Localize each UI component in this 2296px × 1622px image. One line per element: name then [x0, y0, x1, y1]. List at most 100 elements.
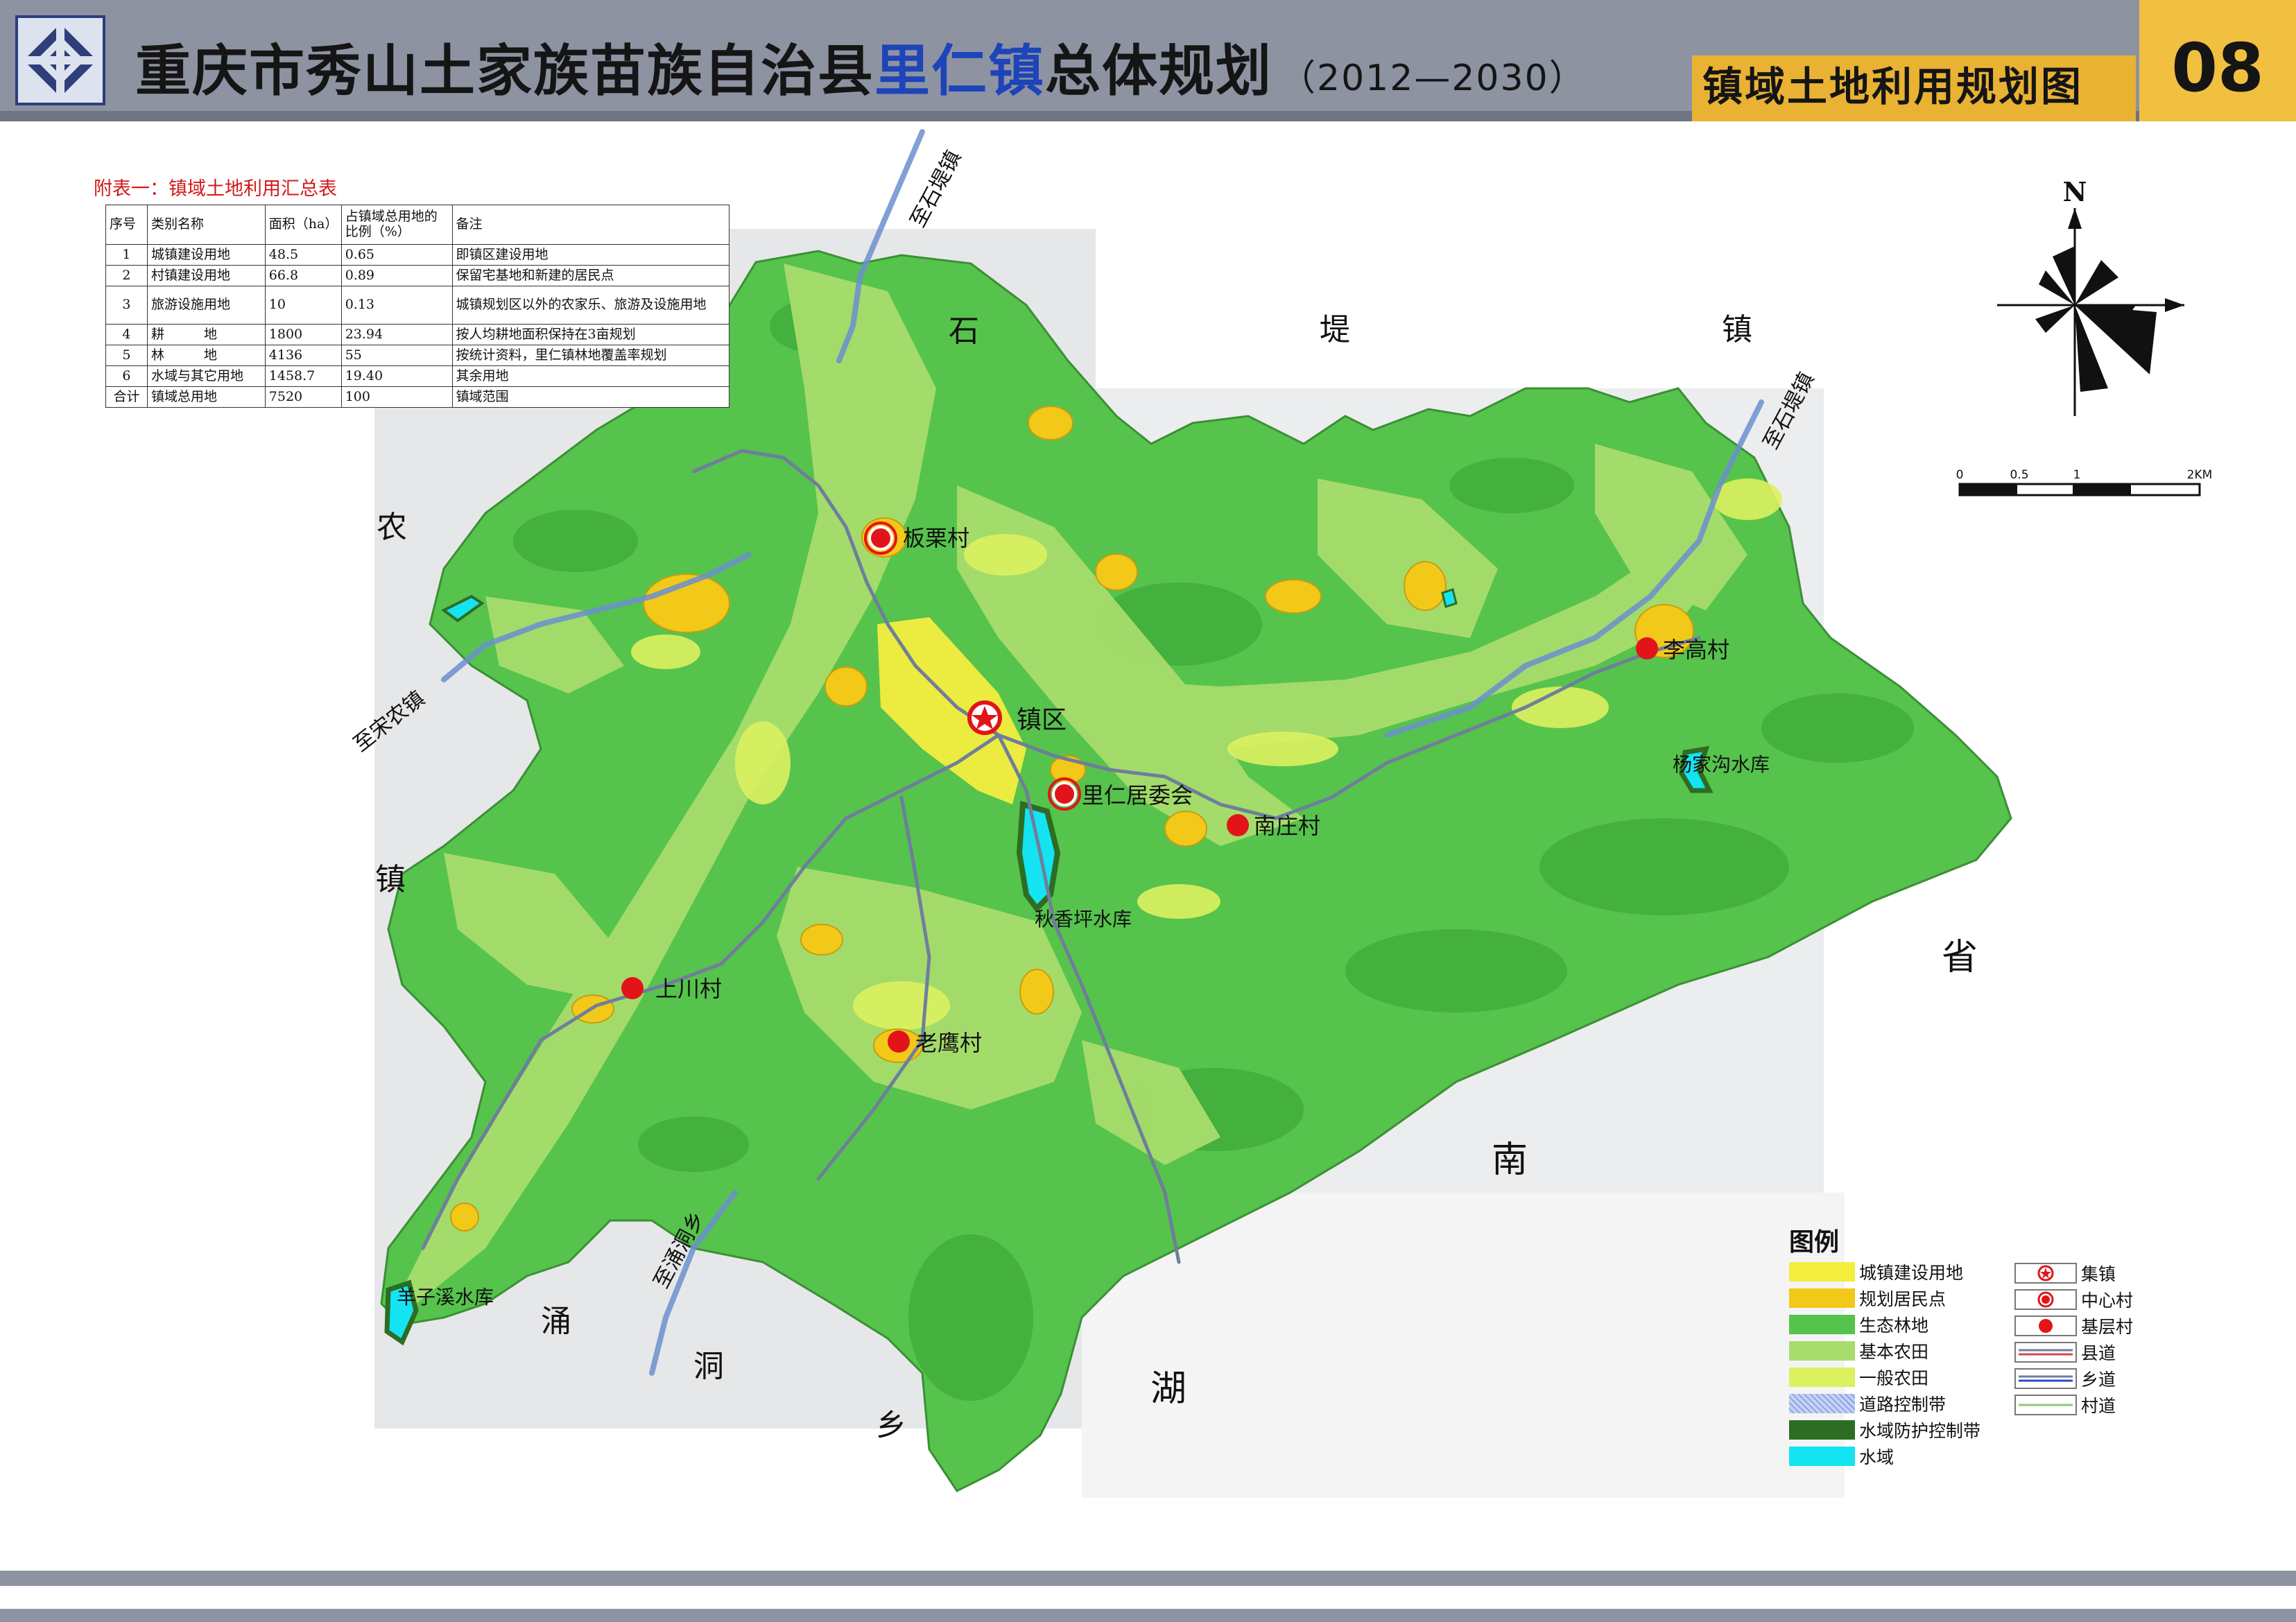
table-cell: 0.65 [340, 244, 453, 266]
table-header-cell: 面积（ha） [264, 205, 342, 245]
table-cell: 即镇区建设用地 [451, 244, 730, 266]
table-cell: 林 地 [146, 345, 266, 366]
table-cell: 23.94 [340, 324, 453, 345]
neighbor-yongdong-1: 涌 [541, 1304, 571, 1339]
road-label-to-shidi-north: 至石堤镇 [906, 146, 966, 231]
table-cell: 7520 [264, 386, 342, 408]
legend-item: 水域 [1789, 1447, 1894, 1467]
table-cell: 1458.7 [264, 365, 342, 387]
neighbor-shidi-1: 石 [949, 313, 979, 349]
legend-item: 规划居民点 [1789, 1288, 1947, 1309]
county-road-icon [2014, 1342, 2077, 1363]
footer-bar [0, 1571, 2296, 1586]
footer-bar-bottom [0, 1609, 2296, 1622]
legend-swatch [1789, 1341, 1855, 1361]
neighbor-shidi-2: 堤 [1320, 312, 1350, 347]
table-cell: 旅游设施用地 [146, 286, 266, 325]
legend-label: 中心村 [2081, 1291, 2134, 1311]
legend-label: 城镇建设用地 [1859, 1263, 1964, 1283]
table-cell: 4 [105, 324, 148, 345]
legend-label: 生态林地 [1859, 1315, 1929, 1336]
label-xiangping-reservoir: 秋香坪水库 [1035, 908, 1132, 931]
land-use-summary-table: 序号 类别名称 面积（ha） 占镇域总用地的比例（%） 备注 1 城镇建设用地 … [105, 205, 730, 408]
legend-item: 乡道 [2014, 1368, 2116, 1390]
table-header-cell: 占镇域总用地的比例（%） [340, 205, 453, 245]
legend-swatch [1789, 1368, 1855, 1387]
neighbor-shidi-3: 镇 [1722, 312, 1752, 347]
legend-swatch [1789, 1420, 1855, 1440]
neighbor-hunan-1: 湖 [1150, 1368, 1186, 1410]
scale-tick-1: 0.5 [2010, 468, 2028, 482]
label-lirenjuweihui: 里仁居委会 [1082, 782, 1193, 809]
table-cell: 0.13 [340, 286, 453, 325]
compass-north-label: N [2063, 176, 2087, 207]
table-cell: 66.8 [264, 265, 342, 286]
table-cell: 村镇建设用地 [146, 265, 266, 286]
table-cell: 55 [340, 345, 453, 366]
legend-label: 一般农田 [1859, 1368, 1929, 1388]
table-cell: 0.89 [340, 265, 453, 286]
label-shangchuan: 上川村 [655, 976, 722, 1002]
table-cell: 48.5 [264, 244, 342, 266]
table-cell: 耕 地 [146, 324, 266, 345]
table-cell: 1800 [264, 324, 342, 345]
small-pond-east [1441, 588, 1458, 608]
table-cell: 保留宅基地和新建的居民点 [451, 265, 730, 286]
legend-item: 基层村 [2014, 1315, 2134, 1337]
scale-tick-0: 0 [1956, 468, 1964, 482]
table-header-cell: 类别名称 [146, 205, 266, 245]
legend-item: 生态林地 [1789, 1315, 1929, 1336]
table-cell: 按统计资料，里仁镇林地覆盖率规划 [451, 345, 730, 366]
label-laoying: 老鹰村 [915, 1030, 982, 1056]
table-cell: 1 [105, 244, 148, 266]
table-row: 1 城镇建设用地 48.5 0.65 即镇区建设用地 [105, 244, 730, 266]
ligao-red-dot-icon [1636, 637, 1658, 659]
legend-item: 城镇建设用地 [1789, 1262, 1964, 1283]
table-header-cell: 备注 [451, 205, 730, 245]
table-cell: 4136 [264, 345, 342, 366]
neighbor-yongdong-2: 洞 [693, 1349, 724, 1384]
table-header-row: 序号 类别名称 面积（ha） 占镇域总用地的比例（%） 备注 [105, 205, 730, 245]
label-yangzixi-reservoir: 羊子溪水库 [397, 1286, 494, 1309]
legend-label: 基本农田 [1859, 1342, 1929, 1362]
legend-item: 中心村 [2014, 1289, 2134, 1311]
table-cell: 其余用地 [451, 365, 730, 387]
table-cell: 合计 [105, 386, 148, 408]
table-cell: 城镇规划区以外的农家乐、旅游及设施用地 [451, 286, 730, 325]
table-cell: 镇域范围 [451, 386, 730, 408]
xiangping-reservoir [1016, 800, 1061, 913]
table-row: 2 村镇建设用地 66.8 0.89 保留宅基地和新建的居民点 [105, 265, 730, 286]
legend-item: 道路控制带 [1789, 1394, 1947, 1415]
legend-label: 规划居民点 [1859, 1289, 1947, 1309]
table-cell: 按人均耕地面积保持在3亩规划 [451, 324, 730, 345]
neighbor-hunan-3: 省 [1942, 937, 1978, 978]
legend-item: 水域防护控制带 [1789, 1420, 1980, 1441]
legend-label: 县道 [2081, 1343, 2116, 1363]
legend-title: 图例 [1789, 1228, 1840, 1257]
legend-item: 一般农田 [1789, 1368, 1929, 1388]
legend-label: 水域 [1859, 1447, 1894, 1467]
table-total-row: 合计 镇域总用地 7520 100 镇域范围 [105, 386, 730, 408]
legend-label: 基层村 [2081, 1317, 2134, 1337]
legend-item: 集镇 [2014, 1263, 2116, 1284]
label-yangjiagou-reservoir: 杨家沟水库 [1673, 753, 1770, 776]
banli-ringed-dot-icon [868, 526, 893, 551]
scale-tick-2: 1 [2073, 468, 2081, 482]
table-cell: 100 [340, 386, 453, 408]
legend-swatch [1789, 1315, 1855, 1334]
table-row: 6 水域与其它用地 1458.7 19.40 其余用地 [105, 365, 730, 387]
lirenjuweihui-ringed-dot-icon [1052, 782, 1077, 806]
scale-bar: 0 0.5 1 2KM [1956, 468, 2212, 497]
neighbor-songnong-2: 农 [377, 510, 407, 545]
village-road-icon [2014, 1395, 2077, 1415]
table-row: 3 旅游设施用地 10 0.13 城镇规划区以外的农家乐、旅游及设施用地 [105, 286, 730, 325]
summary-table-title: 附表一：镇域土地利用汇总表 [94, 178, 337, 200]
township-road-icon [2014, 1368, 2077, 1389]
compass-rose: N [1997, 176, 2184, 416]
legend-label: 道路控制带 [1859, 1395, 1947, 1415]
table-header-cell: 序号 [105, 205, 148, 245]
table-row: 4 耕 地 1800 23.94 按人均耕地面积保持在3亩规划 [105, 324, 730, 345]
legend-item: 县道 [2014, 1342, 2116, 1363]
legend-swatch [1789, 1262, 1855, 1282]
table-cell: 2 [105, 265, 148, 286]
